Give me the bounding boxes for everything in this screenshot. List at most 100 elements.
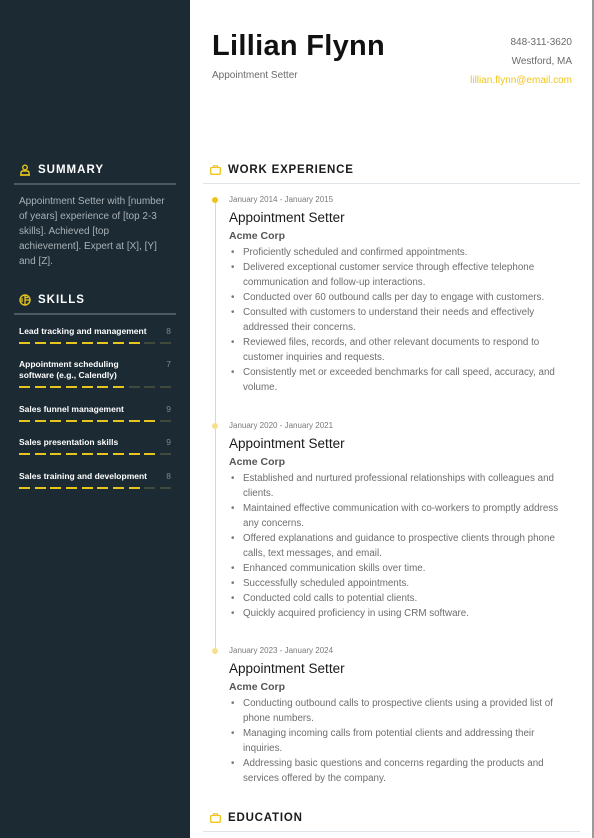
skill-segment-filled (144, 420, 156, 422)
work-experience-heading: WORK EXPERIENCE (210, 164, 354, 176)
contact-location: Westford, MA (511, 56, 572, 67)
skill-segment-filled (65, 453, 77, 455)
contact-email[interactable]: lillian.flynn@email.com (470, 75, 572, 86)
job-bullet: Proficiently scheduled and confirmed app… (229, 245, 574, 260)
job-title: Appointment Setter (229, 210, 345, 225)
skill-segment-filled (112, 487, 124, 489)
skill-segment-filled (34, 487, 46, 489)
skill-name: Sales training and development (19, 471, 148, 481)
skill-segment-empty (159, 487, 171, 489)
skill-segment-filled (65, 420, 77, 422)
skill-bar (19, 342, 171, 344)
briefcase-icon (210, 165, 221, 175)
job-bullet: Successfully scheduled appointments. (229, 576, 574, 591)
skill-score: 9 (166, 404, 171, 414)
skill-item: Sales presentation skills 9 (19, 437, 171, 455)
skill-segment-filled (81, 386, 93, 388)
job-bullet: Offered explanations and guidance to pro… (229, 531, 574, 561)
skill-segment-filled (34, 386, 46, 388)
skill-segment-filled (97, 342, 109, 344)
job-bullets: Conducting outbound calls to prospective… (229, 696, 574, 786)
skill-name: Lead tracking and management (19, 326, 147, 336)
timeline-dot (212, 423, 218, 429)
contact-phone: 848-311-3620 (510, 37, 572, 48)
job-bullet: Maintained effective communication with … (229, 501, 574, 531)
skill-segment-filled (97, 420, 109, 422)
job-bullet: Conducted over 60 outbound calls per day… (229, 290, 574, 305)
skill-segment-filled (128, 453, 140, 455)
job-company: Acme Corp (229, 456, 286, 468)
skill-segment-filled (50, 342, 62, 344)
timeline-dot (212, 197, 218, 203)
skill-segment-empty (159, 453, 171, 455)
job-entry: January 2020 - January 2021 Appointment … (212, 421, 574, 621)
job-bullets: Established and nurtured professional re… (229, 471, 574, 621)
skill-segment-filled (128, 487, 140, 489)
skill-segment-filled (65, 386, 77, 388)
skill-segment-filled (128, 342, 140, 344)
skill-segment-filled (19, 420, 30, 422)
skill-segment-filled (19, 342, 30, 344)
skill-segment-filled (65, 487, 77, 489)
job-bullet: Conducted cold calls to potential client… (229, 591, 574, 606)
education-divider (203, 831, 580, 832)
skill-bar (19, 487, 171, 489)
skill-segment-empty (159, 386, 171, 388)
skill-segment-empty (144, 342, 156, 344)
skills-icon (19, 294, 31, 306)
skill-segment-filled (144, 453, 156, 455)
skill-segment-filled (34, 420, 46, 422)
summary-divider (14, 183, 176, 185)
education-title: EDUCATION (228, 812, 303, 824)
education-heading: EDUCATION (210, 812, 303, 824)
skill-segment-filled (81, 487, 93, 489)
job-dates: January 2014 - January 2015 (229, 195, 334, 204)
skill-bar (19, 453, 171, 455)
skill-name: Sales funnel management (19, 404, 124, 414)
skill-name: Sales presentation skills (19, 437, 119, 447)
job-bullet: Enhanced communication skills over time. (229, 561, 574, 576)
skill-segment-filled (65, 342, 77, 344)
skill-name: Appointment scheduling software (e.g., C… (19, 359, 119, 380)
skill-item: Lead tracking and management 8 (19, 326, 171, 344)
skills-heading: SKILLS (19, 294, 85, 306)
job-company: Acme Corp (229, 230, 286, 242)
timeline-dot (212, 648, 218, 654)
skill-score: 9 (166, 437, 171, 447)
skill-segment-filled (34, 342, 46, 344)
skill-segment-filled (34, 453, 46, 455)
skill-segment-empty (159, 420, 171, 422)
skill-segment-filled (50, 487, 62, 489)
work-experience-divider (203, 183, 580, 184)
job-bullet: Conducting outbound calls to prospective… (229, 696, 574, 726)
skill-segment-filled (97, 386, 109, 388)
summary-title: SUMMARY (38, 164, 104, 176)
job-bullet: Consulted with customers to understand t… (229, 305, 574, 335)
skill-score: 8 (166, 326, 171, 336)
summary-text: Appointment Setter with [number of years… (19, 196, 165, 267)
skill-segment-filled (50, 453, 62, 455)
job-company: Acme Corp (229, 681, 286, 693)
skill-segment-filled (97, 453, 109, 455)
skill-segment-filled (81, 342, 93, 344)
job-dates: January 2020 - January 2021 (229, 421, 334, 430)
job-bullet: Consistently met or exceeded benchmarks … (229, 365, 574, 395)
job-title: Appointment Setter (229, 436, 345, 451)
resume-page: SUMMARY Appointment Setter with [number … (0, 0, 594, 838)
user-icon (19, 164, 31, 176)
skill-segment-empty (144, 487, 156, 489)
job-entry: January 2023 - January 2024 Appointment … (212, 646, 574, 786)
skills-divider (14, 313, 176, 315)
skill-segment-filled (50, 420, 62, 422)
skill-item: Sales training and development 8 (19, 471, 171, 489)
skill-bar (19, 420, 171, 422)
skill-segment-empty (128, 386, 140, 388)
skill-segment-filled (112, 386, 124, 388)
skill-segment-filled (112, 453, 124, 455)
summary-heading: SUMMARY (19, 164, 104, 176)
job-bullet: Reviewed files, records, and other relev… (229, 335, 574, 365)
work-experience-title: WORK EXPERIENCE (228, 164, 354, 176)
skill-score: 7 (166, 359, 171, 369)
briefcase-icon (210, 813, 221, 823)
job-dates: January 2023 - January 2024 (229, 646, 334, 655)
